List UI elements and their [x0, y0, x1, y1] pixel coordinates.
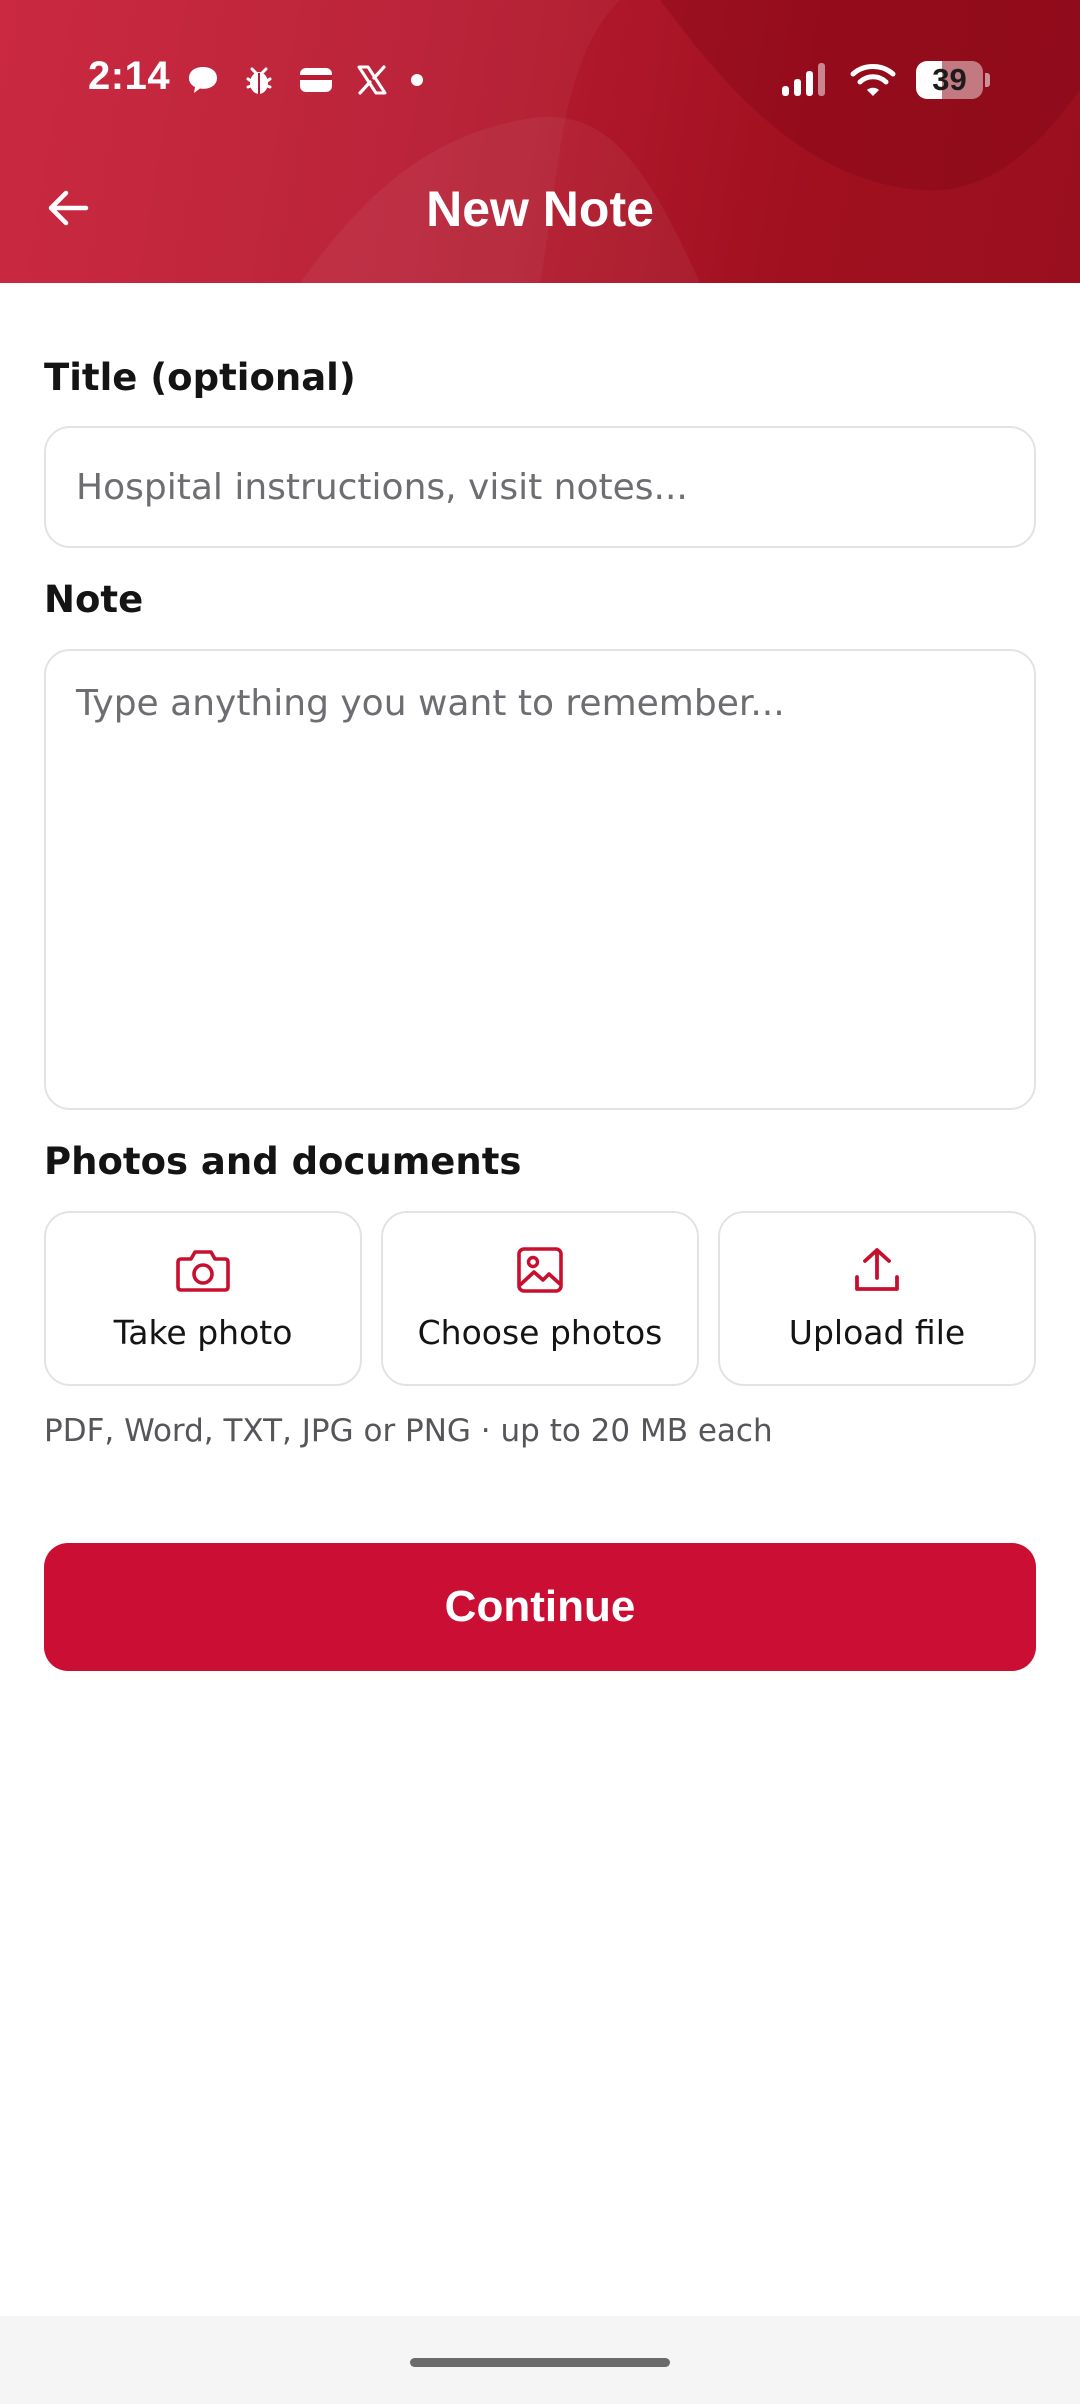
chat-bubble-icon [189, 67, 217, 93]
bug-icon [246, 67, 272, 94]
notification-icons [186, 60, 424, 100]
title-label: Title (optional) [44, 356, 356, 399]
image-icon [517, 1247, 563, 1293]
upload-file-button[interactable]: Upload file [718, 1211, 1036, 1386]
home-indicator[interactable] [410, 2358, 670, 2367]
choose-photos-label: Choose photos [417, 1313, 663, 1352]
attachments-label: Photos and documents [44, 1140, 522, 1183]
file-types-hint: PDF, Word, TXT, JPG or PNG · up to 20 MB… [44, 1413, 773, 1449]
attachment-options: Take photo Choose photos Upload file [44, 1211, 1036, 1386]
title-input[interactable] [44, 426, 1036, 548]
status-bar: 2:14 39 [0, 0, 1080, 160]
more-notifications-dot-icon [411, 74, 423, 86]
choose-photos-button[interactable]: Choose photos [381, 1211, 699, 1386]
battery-indicator: 39 [916, 61, 990, 99]
note-textarea[interactable] [44, 649, 1036, 1110]
x-logo-icon [357, 65, 387, 95]
upload-icon [855, 1248, 899, 1291]
camera-icon [176, 1250, 230, 1292]
page-title: New Note [426, 181, 654, 237]
app-header: 2:14 39 New Note [0, 0, 1080, 283]
signal-icon [782, 63, 825, 96]
wallet-icon [300, 68, 332, 92]
battery-level: 39 [932, 62, 967, 97]
status-time: 2:14 [88, 54, 171, 98]
upload-file-label: Upload file [788, 1313, 966, 1352]
system-nav-bar [0, 2316, 1080, 2404]
take-photo-label: Take photo [113, 1313, 293, 1352]
continue-button[interactable]: Continue [44, 1543, 1036, 1671]
system-icons: 39 [780, 58, 990, 102]
take-photo-button[interactable]: Take photo [44, 1211, 362, 1386]
note-label: Note [44, 578, 144, 621]
wifi-icon [850, 64, 896, 96]
